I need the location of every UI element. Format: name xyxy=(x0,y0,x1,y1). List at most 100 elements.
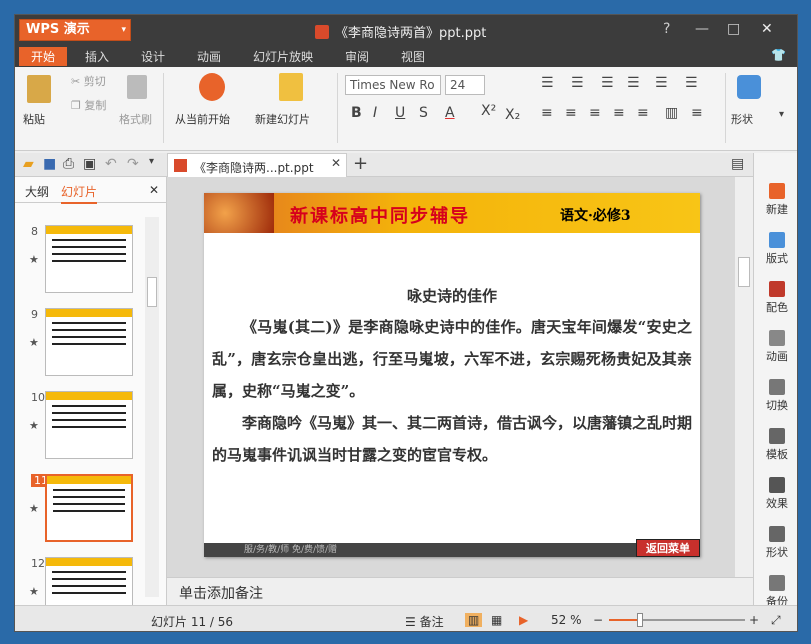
new-slide-icon[interactable] xyxy=(279,73,303,101)
paste-button[interactable]: 粘贴 xyxy=(23,111,45,127)
align-center-icon[interactable]: ≡ xyxy=(565,105,577,121)
shape-icon[interactable] xyxy=(737,75,761,99)
scroll-thumb[interactable] xyxy=(738,257,750,287)
print-preview-icon[interactable]: ▣ xyxy=(83,156,96,172)
underline-icon[interactable]: U xyxy=(395,105,405,121)
help-icon[interactable]: ? xyxy=(663,21,670,37)
align-justify-icon[interactable]: ≡ xyxy=(613,105,625,121)
shirt-icon[interactable]: 👕 xyxy=(771,48,786,62)
chevron-down-icon[interactable]: ▾ xyxy=(149,156,154,167)
slide-thumbnail[interactable]: 8 ★ xyxy=(15,225,145,307)
slide[interactable]: 新课标高中同步辅导 语文·必修3 咏史诗的佳作 《马嵬(其二)》是李商隐咏史诗中… xyxy=(204,193,700,557)
back-to-menu-button[interactable]: 返回菜单 xyxy=(636,539,700,557)
chevron-down-icon[interactable]: ▾ xyxy=(779,109,784,120)
save-icon[interactable]: ■ xyxy=(43,156,56,172)
effect-icon xyxy=(769,477,785,493)
undo-icon[interactable]: ↶ xyxy=(105,156,117,172)
status-bar: 幻灯片 11 / 56 ☰ 备注 ▥ ▦ ▶ 52 % − + ⤢ xyxy=(15,605,797,631)
redo-icon[interactable]: ↷ xyxy=(127,156,139,172)
slide-thumbnail[interactable]: 9 ★ xyxy=(15,308,145,390)
zoom-slider-thumb[interactable] xyxy=(637,613,643,627)
task-pane-backup[interactable]: 备份 xyxy=(754,575,797,609)
notes-label: 备注 xyxy=(419,615,444,629)
columns-icon[interactable]: ▥ xyxy=(665,105,678,121)
tab-outline[interactable]: 大纲 xyxy=(25,183,49,200)
from-current-button[interactable]: 从当前开始 xyxy=(175,111,230,127)
slide-thumbnail[interactable]: 11 ★ xyxy=(15,474,145,556)
task-pane-shape[interactable]: 形状 xyxy=(754,526,797,560)
menu-review[interactable]: 审阅 xyxy=(345,48,369,65)
task-pane-transition[interactable]: 切换 xyxy=(754,379,797,413)
menu-slideshow[interactable]: 幻灯片放映 xyxy=(253,48,313,65)
menu-design[interactable]: 设计 xyxy=(141,48,165,65)
paste-icon[interactable] xyxy=(27,75,51,103)
scroll-thumb[interactable] xyxy=(147,277,157,307)
text-direction-icon[interactable]: ☰ xyxy=(655,75,668,91)
cut-button[interactable]: ✂ 剪切 xyxy=(71,73,106,89)
canvas-scrollbar[interactable] xyxy=(735,177,753,577)
open-folder-icon[interactable]: ▰ xyxy=(23,156,34,172)
sorter-view-icon[interactable]: ▦ xyxy=(491,613,502,627)
task-pane-layout[interactable]: 版式 xyxy=(754,232,797,266)
format-painter-button[interactable]: 格式刷 xyxy=(119,111,152,127)
tab-slides[interactable]: 幻灯片 xyxy=(61,183,98,204)
zoom-out-icon[interactable]: − xyxy=(593,613,603,627)
ribbon: 粘贴 ✂ 剪切 ❐ 复制 格式刷 从当前开始 新建幻灯片 Times New R… xyxy=(15,67,797,151)
menu-view[interactable]: 视图 xyxy=(401,48,425,65)
task-pane-label: 新建 xyxy=(766,203,788,216)
shape-button[interactable]: 形状 xyxy=(731,111,753,127)
notes-area[interactable]: 单击添加备注 xyxy=(167,577,753,605)
outdent-icon[interactable]: ☰ xyxy=(627,75,640,91)
menu-home[interactable]: 开始 xyxy=(19,47,68,66)
play-icon[interactable] xyxy=(199,73,225,101)
print-icon[interactable]: ⎙ xyxy=(63,156,74,172)
superscript-icon[interactable]: X² xyxy=(481,103,496,119)
close-panel-icon[interactable]: ✕ xyxy=(149,183,159,197)
document-tab[interactable]: 《李商隐诗两...pt.ppt xyxy=(167,153,347,177)
slide-thumbnail[interactable]: 10 ★ xyxy=(15,391,145,473)
italic-icon[interactable]: I xyxy=(373,105,377,121)
task-pane-color-scheme[interactable]: 配色 xyxy=(754,281,797,315)
font-size-combo[interactable]: 24 xyxy=(445,75,485,95)
distribute-icon[interactable]: ≡ xyxy=(637,105,649,121)
thumbnail-image xyxy=(45,391,133,459)
menu-animation[interactable]: 动画 xyxy=(197,48,221,65)
line-spacing-icon[interactable]: ☰ xyxy=(685,75,698,91)
paragraph-spacing-icon[interactable]: ≡ xyxy=(691,105,703,121)
format-painter-icon[interactable] xyxy=(127,75,147,99)
thumbnail-scrollbar[interactable] xyxy=(145,217,159,597)
tab-list-icon[interactable]: ▤ xyxy=(731,156,744,172)
indent-icon[interactable]: ☰ xyxy=(601,75,614,91)
align-left-icon[interactable]: ≡ xyxy=(541,105,553,121)
copy-button[interactable]: ❐ 复制 xyxy=(71,97,106,113)
align-right-icon[interactable]: ≡ xyxy=(589,105,601,121)
task-pane-template[interactable]: 模板 xyxy=(754,428,797,462)
minimize-icon[interactable]: — xyxy=(695,21,709,37)
add-tab-icon[interactable]: + xyxy=(353,153,368,174)
task-pane-effect[interactable]: 效果 xyxy=(754,477,797,511)
thumbnail-line xyxy=(52,239,126,241)
task-pane-label: 模板 xyxy=(766,448,788,461)
close-icon[interactable]: ✕ xyxy=(761,21,773,37)
font-color-icon[interactable]: A xyxy=(445,105,455,121)
subscript-icon[interactable]: X₂ xyxy=(505,107,520,123)
maximize-icon[interactable]: □ xyxy=(727,21,740,37)
task-pane-animation[interactable]: 动画 xyxy=(754,330,797,364)
new-slide-button[interactable]: 新建幻灯片 xyxy=(255,111,310,127)
slideshow-view-icon[interactable]: ▶ xyxy=(519,613,528,627)
thumbnail-line xyxy=(53,496,125,498)
close-tab-icon[interactable]: ✕ xyxy=(331,156,341,170)
wps-menu-button[interactable]: WPS 演示 ▾ xyxy=(19,19,131,41)
bold-icon[interactable]: B xyxy=(351,105,362,121)
bullets-icon[interactable]: ☰ xyxy=(541,75,554,91)
fit-window-icon[interactable]: ⤢ xyxy=(771,613,781,628)
window-title-text: 《李商隐诗两首》ppt.ppt xyxy=(335,26,487,41)
zoom-in-icon[interactable]: + xyxy=(749,613,759,627)
normal-view-icon[interactable]: ▥ xyxy=(465,613,483,627)
strikethrough-icon[interactable]: S xyxy=(419,105,428,121)
notes-toggle[interactable]: ☰ 备注 xyxy=(405,613,444,630)
font-name-combo[interactable]: Times New Ro xyxy=(345,75,441,95)
numbering-icon[interactable]: ☰ xyxy=(571,75,584,91)
menu-insert[interactable]: 插入 xyxy=(85,48,109,65)
task-pane-new[interactable]: 新建 xyxy=(754,183,797,217)
